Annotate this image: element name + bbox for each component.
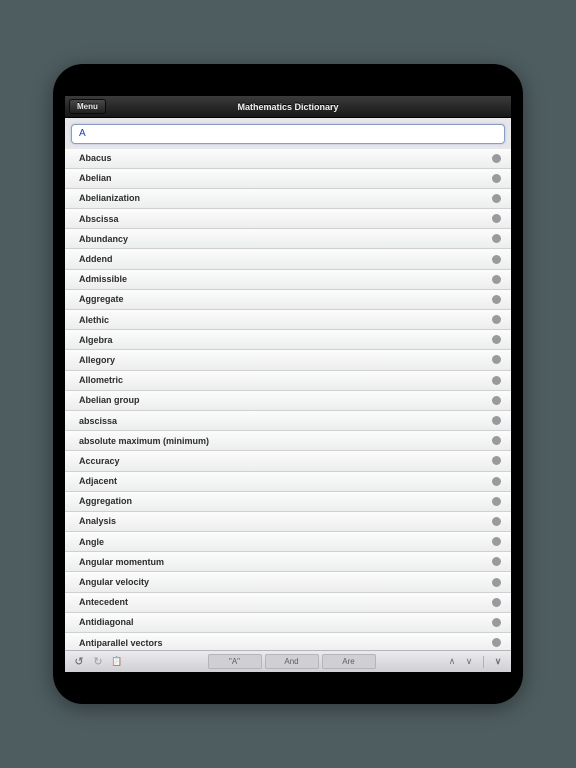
disclosure-icon	[492, 436, 501, 445]
disclosure-icon	[492, 194, 501, 203]
results-list[interactable]: Abacus Abelian Abelianization Abscissa Abund…	[65, 149, 511, 651]
list-item[interactable]: Allometric	[65, 371, 511, 391]
list-item-label: Analysis	[79, 516, 116, 526]
list-item[interactable]: Alethic	[65, 310, 511, 330]
list-item[interactable]: Accuracy	[65, 451, 511, 471]
list-item[interactable]: absolute maximum (minimum)	[65, 431, 511, 451]
prev-result-icon[interactable]: ∧	[445, 656, 459, 667]
page-title: Mathematics Dictionary	[65, 102, 511, 112]
disclosure-icon	[492, 315, 501, 324]
toolbar-divider	[483, 656, 484, 668]
list-item-label: Aggregation	[79, 496, 132, 506]
list-item-label: Abacus	[79, 153, 112, 163]
disclosure-icon	[492, 638, 501, 647]
disclosure-icon	[492, 618, 501, 627]
list-item[interactable]: Abelianization	[65, 189, 511, 209]
tablet-device-frame: Menu Mathematics Dictionary Abacus Abelia…	[53, 64, 523, 704]
list-item[interactable]: Antidiagonal	[65, 613, 511, 633]
list-item[interactable]: Allegory	[65, 350, 511, 370]
list-item[interactable]: Analysis	[65, 512, 511, 532]
list-item[interactable]: Abacus	[65, 149, 511, 169]
list-item-label: Antecedent	[79, 597, 128, 607]
list-item-label: Angular momentum	[79, 557, 164, 567]
disclosure-icon	[492, 598, 501, 607]
list-item-label: Abelianization	[79, 193, 140, 203]
list-item[interactable]: Abelian group	[65, 391, 511, 411]
search-area	[65, 118, 511, 149]
list-item[interactable]: Abscissa	[65, 209, 511, 229]
disclosure-icon	[492, 174, 501, 183]
disclosure-icon	[492, 416, 501, 425]
list-item-label: Allometric	[79, 375, 123, 385]
suggestion-label: Are	[342, 657, 354, 666]
list-item-label: abscissa	[79, 416, 117, 426]
list-item-label: Angle	[79, 537, 104, 547]
list-item-label: Antiparallel vectors	[79, 638, 163, 648]
list-item[interactable]: Angular velocity	[65, 572, 511, 592]
list-item[interactable]: Aggregate	[65, 290, 511, 310]
disclosure-icon	[492, 154, 501, 163]
list-item-label: Angular velocity	[79, 577, 149, 587]
disclosure-icon	[492, 335, 501, 344]
list-item-label: Abelian group	[79, 395, 140, 405]
list-item[interactable]: Abelian	[65, 169, 511, 189]
disclosure-icon	[492, 255, 501, 264]
disclosure-icon	[492, 295, 501, 304]
next-result-icon[interactable]: ∨	[462, 656, 476, 667]
suggestion-label: And	[284, 657, 298, 666]
list-item[interactable]: Addend	[65, 249, 511, 269]
list-item-label: Algebra	[79, 335, 113, 345]
list-item[interactable]: Antecedent	[65, 593, 511, 613]
list-item-label: Abscissa	[79, 214, 119, 224]
disclosure-icon	[492, 537, 501, 546]
list-item-label: Alethic	[79, 315, 109, 325]
disclosure-icon	[492, 396, 501, 405]
list-item[interactable]: Admissible	[65, 270, 511, 290]
redo-icon[interactable]: ↻	[90, 655, 106, 668]
disclosure-icon	[492, 275, 501, 284]
disclosure-icon	[492, 557, 501, 566]
list-item[interactable]: Aggregation	[65, 492, 511, 512]
suggestion-button-0[interactable]: "A"	[208, 654, 262, 669]
list-item[interactable]: Angle	[65, 532, 511, 552]
list-item[interactable]: Antiparallel vectors	[65, 633, 511, 650]
undo-icon[interactable]: ↺	[71, 655, 87, 668]
dismiss-keyboard-icon[interactable]: ∨	[491, 656, 505, 667]
list-item[interactable]: Algebra	[65, 330, 511, 350]
menu-button-label: Menu	[77, 102, 98, 111]
disclosure-icon	[492, 477, 501, 486]
list-item-label: Accuracy	[79, 456, 120, 466]
suggestion-button-2[interactable]: Are	[322, 654, 376, 669]
list-item-label: Adjacent	[79, 476, 117, 486]
disclosure-icon	[492, 214, 501, 223]
list-item-label: absolute maximum (minimum)	[79, 436, 209, 446]
menu-button[interactable]: Menu	[69, 99, 106, 114]
disclosure-icon	[492, 355, 501, 364]
disclosure-icon	[492, 497, 501, 506]
suggestion-button-1[interactable]: And	[265, 654, 319, 669]
search-input[interactable]	[71, 124, 505, 144]
list-item[interactable]: Angular momentum	[65, 552, 511, 572]
paste-icon[interactable]: 📋	[109, 656, 125, 667]
list-item[interactable]: Adjacent	[65, 472, 511, 492]
list-item[interactable]: abscissa	[65, 411, 511, 431]
navbar: Menu Mathematics Dictionary	[65, 96, 511, 118]
list-item-label: Abelian	[79, 173, 112, 183]
list-item-label: Admissible	[79, 274, 127, 284]
list-item-label: Antidiagonal	[79, 617, 134, 627]
app-screen: Menu Mathematics Dictionary Abacus Abelia…	[65, 96, 511, 672]
suggestion-label: "A"	[229, 657, 240, 666]
list-item-label: Abundancy	[79, 234, 128, 244]
keyboard-accessory-toolbar: ↺ ↻ 📋 "A" And Are ∧ ∨ ∨	[65, 650, 511, 672]
list-item-label: Aggregate	[79, 294, 124, 304]
disclosure-icon	[492, 517, 501, 526]
disclosure-icon	[492, 234, 501, 243]
disclosure-icon	[492, 578, 501, 587]
list-item-label: Allegory	[79, 355, 115, 365]
disclosure-icon	[492, 456, 501, 465]
list-item-label: Addend	[79, 254, 113, 264]
list-item[interactable]: Abundancy	[65, 229, 511, 249]
disclosure-icon	[492, 376, 501, 385]
